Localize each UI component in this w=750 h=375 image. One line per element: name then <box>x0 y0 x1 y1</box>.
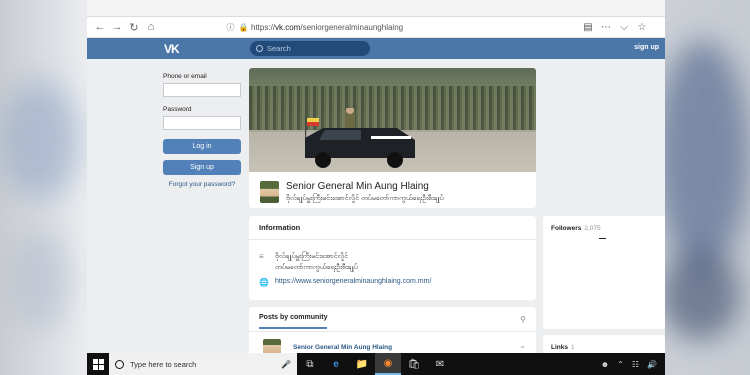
pocket-icon[interactable]: ⌵ <box>617 20 631 34</box>
links-card: Links 1 <box>543 335 665 353</box>
phone-email-input[interactable] <box>163 83 241 97</box>
chevron-down-icon[interactable]: ⌄ <box>519 341 526 350</box>
vk-logo[interactable]: VK <box>164 42 180 56</box>
followers-label[interactable]: Followers 2,075 <box>551 225 601 232</box>
login-button[interactable]: Log in <box>163 139 241 154</box>
website-row: 🌐 https://www.seniorgeneralminaunghlaing… <box>259 278 431 287</box>
task-view-icon[interactable]: ⧉ <box>297 353 323 375</box>
vk-search-input[interactable]: Search <box>250 41 370 56</box>
followers-card: Followers 2,075 <box>543 216 665 329</box>
links-count: 1 <box>570 344 575 351</box>
reader-view-icon[interactable]: ▤ <box>581 20 595 34</box>
links-label[interactable]: Links 1 <box>551 344 575 351</box>
loading-indicator <box>599 238 606 239</box>
search-placeholder: Search <box>267 44 291 53</box>
password-input[interactable] <box>163 116 241 130</box>
bookmark-star-icon[interactable]: ☆ <box>635 20 649 34</box>
info-icon[interactable]: ⓘ <box>225 22 236 33</box>
forgot-password-link[interactable]: Forgot your password? <box>163 181 241 188</box>
reload-icon[interactable]: ↻ <box>127 20 141 34</box>
volume-icon[interactable]: 🔊 <box>647 360 657 369</box>
system-tray: ☻ ⌃ ☷ 🔊 <box>601 360 665 369</box>
information-card: Information ≡ ဗိုလ်ချုပ်မှူးကြီးမင်းအောင… <box>249 216 536 300</box>
url-text: https://vk.com/seniorgeneralminaunghlain… <box>251 22 404 32</box>
tab-posts-by-community[interactable]: Posts by community <box>259 314 328 329</box>
taskbar-search-placeholder: Type here to search <box>130 359 197 369</box>
posts-card: Posts by community ⚲ Senior General Min … <box>249 307 536 353</box>
phone-label: Phone or email <box>163 73 207 80</box>
forward-icon[interactable]: → <box>110 20 124 34</box>
microphone-icon[interactable]: 🎤 <box>281 360 291 369</box>
cortana-icon <box>115 359 124 369</box>
website-link[interactable]: https://www.seniorgeneralminaunghlaing.c… <box>275 278 431 285</box>
search-posts-icon[interactable]: ⚲ <box>520 315 526 324</box>
avatar[interactable] <box>260 181 279 203</box>
jeep-image <box>305 108 415 168</box>
firefox-icon[interactable]: ◉ <box>375 353 401 375</box>
globe-icon: 🌐 <box>259 278 269 287</box>
file-explorer-icon[interactable]: 📁 <box>349 353 375 375</box>
search-icon <box>256 45 263 52</box>
browser-window: ← → ↻ ⌂ ⓘ 🔒 https://vk.com/seniorgeneral… <box>87 0 665 353</box>
edge-browser-icon[interactable]: e <box>323 353 349 375</box>
password-label: Password <box>163 106 192 113</box>
lock-icon: 🔒 <box>238 22 249 32</box>
more-actions-icon[interactable]: ⋯ <box>599 20 613 34</box>
people-icon[interactable]: ☻ <box>601 360 609 369</box>
address-bar[interactable]: ⓘ 🔒 https://vk.com/seniorgeneralminaungh… <box>225 20 571 35</box>
description-line-2: တပ်မတော်ကာကွယ်ရေးဦးစီးချုပ် <box>275 264 358 271</box>
text-lines-icon: ≡ <box>259 252 264 261</box>
login-panel: Phone or email Password Log in Sign up F… <box>163 73 241 188</box>
page-content: Phone or email Password Log in Sign up F… <box>87 59 665 353</box>
windows-taskbar: Type here to search 🎤 ⧉ e 📁 ◉ 🛍 ✉ ☻ ⌃ ☷ … <box>87 353 665 375</box>
followers-count: 2,075 <box>584 225 601 232</box>
mail-icon[interactable]: ✉ <box>427 353 453 375</box>
description-row: ≡ ဗိုလ်ချုပ်မှူးကြီးမင်းအောင်လှိုင် တပ်မ… <box>259 251 358 273</box>
store-icon[interactable]: 🛍 <box>401 353 427 375</box>
vk-header: VK Search sign up <box>87 38 665 59</box>
profile-card: Senior General Min Aung Hlaing ဗိုလ်ချုပ… <box>249 68 536 208</box>
tab-strip <box>87 0 665 17</box>
network-icon[interactable]: ☷ <box>632 360 639 369</box>
chevron-up-icon[interactable]: ⌃ <box>617 360 624 369</box>
profile-status: ဗိုလ်ချုပ်မှူးကြီးမင်းအောင်လှိုင် တပ်မတေ… <box>286 195 444 202</box>
post-author-name[interactable]: Senior General Min Aung Hlaing <box>293 344 392 351</box>
header-signup-link[interactable]: sign up <box>634 44 659 51</box>
signup-button[interactable]: Sign up <box>163 160 241 175</box>
taskbar-search-box[interactable]: Type here to search 🎤 <box>109 353 297 375</box>
description-line-1: ဗိုလ်ချုပ်မှူးကြီးမင်းအောင်လှိုင် <box>275 253 349 260</box>
home-icon[interactable]: ⌂ <box>144 20 158 34</box>
cover-photo <box>249 68 536 172</box>
information-heading: Information <box>249 216 536 240</box>
post-author-avatar[interactable] <box>263 339 281 353</box>
browser-toolbar: ← → ↻ ⌂ ⓘ 🔒 https://vk.com/seniorgeneral… <box>87 17 665 38</box>
profile-name: Senior General Min Aung Hlaing <box>286 181 429 192</box>
back-icon[interactable]: ← <box>93 20 107 34</box>
windows-start-icon[interactable] <box>87 353 109 375</box>
